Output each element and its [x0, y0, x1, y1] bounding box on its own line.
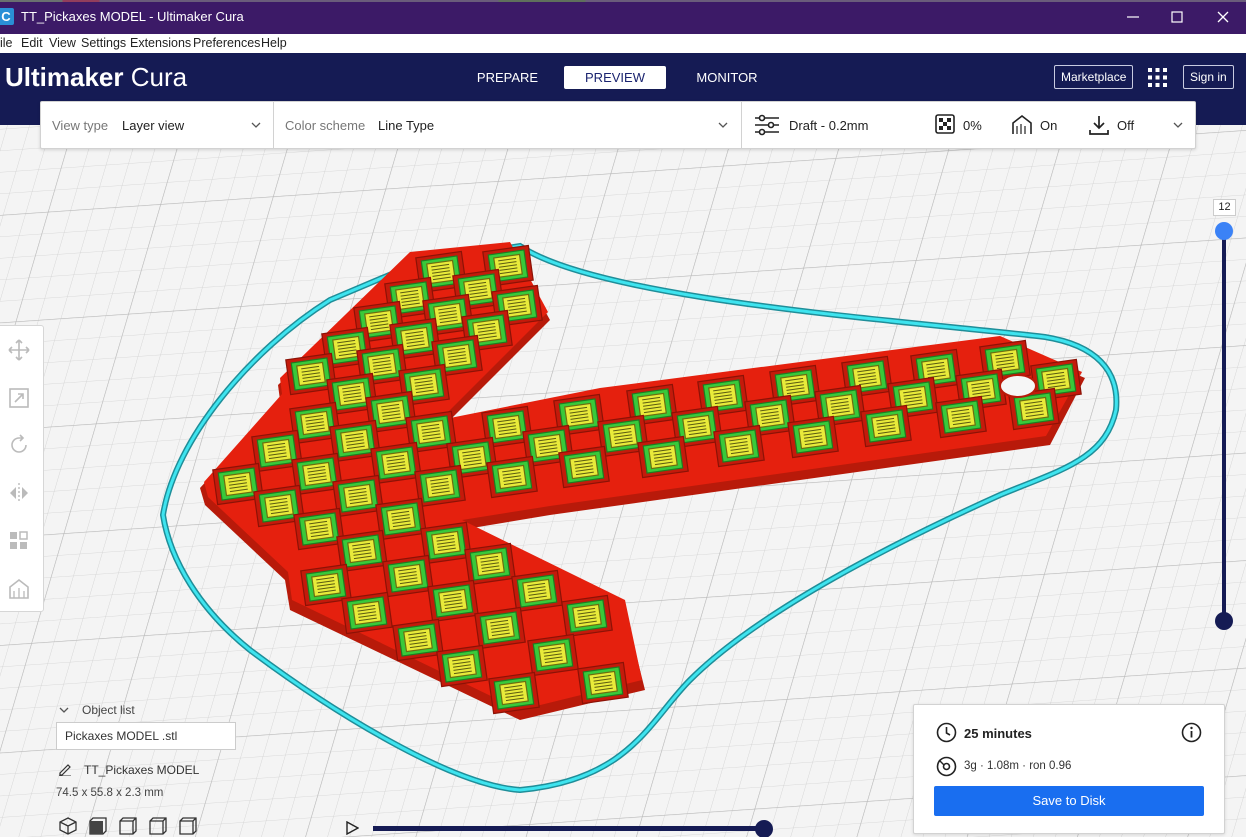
minimize-icon[interactable]	[1123, 7, 1143, 27]
menu-extensions[interactable]: Extensions	[130, 36, 191, 50]
material-usage: 3g · 1.08m · ron 0.96	[964, 760, 1072, 772]
infill-icon[interactable]	[935, 114, 955, 134]
color-scheme-label: Color scheme	[285, 118, 366, 133]
object-dimensions: 74.5 x 55.8 x 2.3 mm	[56, 787, 164, 799]
left-view-icon[interactable]	[148, 816, 168, 836]
print-time: 25 minutes	[964, 726, 1032, 741]
rotate-icon[interactable]	[7, 433, 31, 457]
tab-monitor[interactable]: MONITOR	[687, 66, 767, 89]
tab-preview[interactable]: PREVIEW	[564, 66, 666, 89]
layer-slider-lower-handle[interactable]	[1215, 612, 1233, 630]
apps-grid-icon[interactable]	[1148, 68, 1167, 87]
object-name: TT_Pickaxes MODEL	[84, 763, 200, 777]
pencil-icon[interactable]	[58, 762, 72, 776]
cura-app-icon: C	[0, 8, 14, 25]
print-info-panel: 25 minutes 3g · 1.08m · ron 0.96 Save to…	[913, 704, 1225, 834]
layer-number-input[interactable]: 12	[1213, 199, 1236, 216]
save-to-disk-button[interactable]: Save to Disk	[934, 786, 1204, 816]
menu-bar: ile Edit View Settings Extensions Prefer…	[0, 34, 1246, 53]
title-bar: C TT_Pickaxes MODEL - Ultimaker Cura	[0, 0, 1246, 34]
adhesion-value[interactable]: Off	[1117, 118, 1134, 133]
maximize-icon[interactable]	[1167, 7, 1187, 27]
tab-prepare[interactable]: PREPARE	[469, 66, 546, 89]
support-blocker-icon[interactable]	[7, 577, 31, 601]
move-icon[interactable]	[7, 338, 31, 362]
scale-icon[interactable]	[7, 386, 31, 410]
play-icon[interactable]	[345, 821, 359, 835]
color-scheme-dropdown[interactable]: Line Type	[378, 118, 434, 133]
front-view-icon[interactable]	[88, 816, 108, 836]
divider	[741, 102, 742, 148]
model-hole	[999, 374, 1037, 398]
layer-slider-track[interactable]	[1222, 231, 1226, 622]
chevron-down-icon[interactable]	[251, 120, 261, 130]
per-model-settings-icon[interactable]	[7, 529, 31, 553]
support-value[interactable]: On	[1040, 118, 1057, 133]
divider	[273, 102, 274, 148]
chevron-down-icon[interactable]	[1173, 120, 1183, 130]
menu-file[interactable]: ile	[0, 36, 13, 50]
top-view-icon[interactable]	[118, 816, 138, 836]
object-file-field[interactable]: Pickaxes MODEL .stl	[56, 722, 236, 750]
chevron-down-icon[interactable]	[58, 704, 70, 716]
menu-help[interactable]: Help	[261, 36, 287, 50]
menu-settings[interactable]: Settings	[81, 36, 126, 50]
taskbar-strip	[0, 0, 1246, 2]
infill-value[interactable]: 0%	[963, 118, 982, 133]
settings-sliders-icon[interactable]	[754, 114, 780, 136]
mirror-icon[interactable]	[7, 481, 31, 505]
chevron-down-icon[interactable]	[718, 120, 728, 130]
close-icon[interactable]	[1213, 7, 1233, 27]
support-icon[interactable]	[1011, 114, 1033, 136]
clock-icon	[936, 722, 957, 743]
view-type-dropdown[interactable]: Layer view	[122, 118, 184, 133]
view-toolbar: View type Layer view Color scheme Line T…	[40, 101, 1196, 149]
view-type-label: View type	[52, 118, 109, 133]
tool-sidebar	[0, 325, 44, 612]
path-slider-handle[interactable]	[755, 820, 773, 837]
object-list-header[interactable]: Object list	[82, 703, 135, 717]
layer-slider-upper-handle[interactable]	[1215, 222, 1233, 240]
info-icon[interactable]	[1181, 722, 1202, 743]
adhesion-icon[interactable]	[1088, 114, 1110, 136]
ultimaker-cura-logo: Ultimaker Cura	[5, 62, 188, 92]
window-title: TT_Pickaxes MODEL - Ultimaker Cura	[21, 9, 244, 24]
menu-preferences[interactable]: Preferences	[193, 36, 260, 50]
3d-view-icon[interactable]	[58, 816, 78, 836]
right-view-icon[interactable]	[178, 816, 198, 836]
path-slider-track[interactable]	[373, 826, 765, 831]
spool-icon	[936, 756, 957, 777]
sign-in-button[interactable]: Sign in	[1183, 65, 1234, 89]
marketplace-button[interactable]: Marketplace	[1054, 65, 1134, 89]
menu-edit[interactable]: Edit	[21, 36, 43, 50]
menu-view[interactable]: View	[49, 36, 76, 50]
profile-value[interactable]: Draft - 0.2mm	[789, 118, 868, 133]
